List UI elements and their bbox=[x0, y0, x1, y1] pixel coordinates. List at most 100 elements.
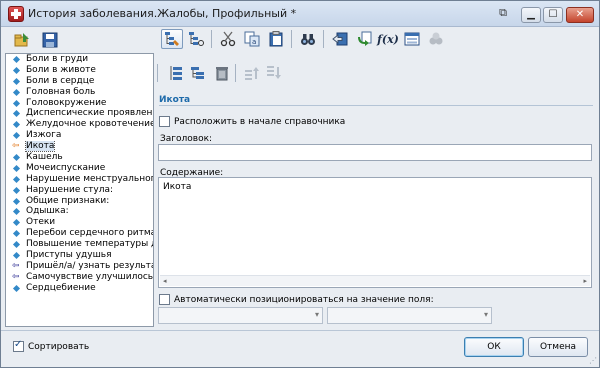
tree-item-label: Головокружение bbox=[26, 97, 107, 108]
cancel-button[interactable]: Отмена bbox=[528, 337, 588, 357]
title-bar: История заболевания.Жалобы, Профильный *… bbox=[1, 1, 599, 27]
tree-item[interactable]: ⇦ Пришёл/а/ узнать результат... bbox=[6, 261, 153, 272]
refresh-icon[interactable] bbox=[353, 29, 375, 49]
tree-item[interactable]: Нарушение менструального ... bbox=[6, 174, 153, 185]
content-textarea[interactable]: Икота ◂ ▸ bbox=[158, 177, 592, 288]
tree-item-label: Сердцебиение bbox=[26, 282, 96, 293]
auto-position-combo-2[interactable]: ▾ bbox=[327, 307, 492, 324]
tree-edit-icon[interactable] bbox=[161, 29, 183, 49]
tree-item[interactable]: Боли в сердце bbox=[6, 76, 153, 87]
dialog-window: История заболевания.Жалобы, Профильный *… bbox=[0, 0, 600, 368]
diamond-bullet-icon bbox=[12, 208, 21, 216]
tree-item-label: Боли в сердце bbox=[26, 75, 95, 86]
tree-item[interactable]: Перебои сердечного ритма: bbox=[6, 228, 153, 239]
tree-item[interactable]: Диспепсические проявления: bbox=[6, 108, 153, 119]
toolbar-separator bbox=[157, 64, 158, 82]
diamond-bullet-icon bbox=[12, 219, 21, 227]
diamond-bullet-icon bbox=[12, 132, 21, 140]
scroll-left-icon[interactable]: ◂ bbox=[163, 276, 167, 287]
heading-input[interactable] bbox=[158, 144, 592, 161]
complaints-tree[interactable]: Боли в груди Боли в животе Боли в сердце Го… bbox=[5, 53, 154, 327]
items-toolbar bbox=[157, 63, 289, 83]
ok-button[interactable]: ОК bbox=[464, 337, 524, 357]
diamond-bullet-icon bbox=[12, 66, 21, 74]
tree-item-label: Приступы удушья bbox=[26, 250, 112, 261]
scroll-right-icon[interactable]: ▸ bbox=[583, 276, 587, 287]
tree-item-label: Головная боль bbox=[26, 86, 96, 97]
toolbar-separator bbox=[291, 30, 292, 48]
tree-item[interactable]: Головокружение bbox=[6, 98, 153, 109]
content-value: Икота bbox=[163, 182, 192, 192]
tree-item[interactable]: Отеки bbox=[6, 217, 153, 228]
tree-item-label: Самочувствие улучшилось bbox=[26, 271, 153, 282]
diamond-bullet-icon bbox=[12, 186, 21, 194]
diamond-bullet-icon bbox=[12, 110, 21, 118]
tree-item-label: Кашель bbox=[26, 152, 63, 163]
tree-item[interactable]: Головная боль bbox=[6, 87, 153, 98]
diamond-bullet-icon bbox=[12, 153, 21, 162]
close-button[interactable]: ✕ bbox=[566, 7, 594, 23]
selected-arrow-icon: ⇦ bbox=[12, 141, 20, 152]
tree-item[interactable]: Общие признаки: bbox=[6, 196, 153, 207]
main-toolbar: a f(x) bbox=[159, 29, 599, 51]
group-icon[interactable] bbox=[425, 29, 447, 49]
sort-checkbox[interactable] bbox=[13, 339, 24, 352]
footer-divider bbox=[1, 330, 599, 331]
tree-item[interactable]: Мочеиспускание bbox=[6, 163, 153, 174]
tree-item[interactable]: Одышка: bbox=[6, 206, 153, 217]
move-down-icon[interactable] bbox=[263, 63, 285, 83]
tree-item[interactable]: Сердцебиение bbox=[6, 283, 153, 294]
paste-icon[interactable] bbox=[265, 29, 287, 49]
binoculars-icon[interactable] bbox=[297, 29, 319, 49]
resize-grip-icon[interactable]: ⋰ bbox=[589, 356, 597, 365]
tree-item-label: Нарушение стула: bbox=[26, 184, 114, 195]
maximize-button[interactable]: ☐ bbox=[543, 7, 563, 23]
chevron-down-icon[interactable]: ▾ bbox=[484, 310, 488, 319]
trash-icon[interactable] bbox=[211, 63, 233, 83]
place-at-start-checkbox[interactable] bbox=[159, 116, 170, 127]
toolbar-separator bbox=[235, 64, 236, 82]
diamond-bullet-icon bbox=[12, 99, 21, 107]
tree-item[interactable]: Изжога bbox=[6, 130, 153, 141]
tree-item-label: Пришёл/а/ узнать результат... bbox=[26, 260, 153, 271]
auto-position-label: Автоматически позиционироваться на значе… bbox=[174, 295, 434, 305]
diamond-bullet-icon bbox=[12, 77, 21, 85]
content-scrollbar[interactable]: ◂ ▸ bbox=[160, 275, 590, 286]
auto-position-checkbox[interactable] bbox=[159, 294, 170, 305]
diamond-bullet-icon bbox=[12, 121, 21, 129]
add-subitem-icon[interactable] bbox=[187, 63, 209, 83]
heading-label: Заголовок: bbox=[160, 134, 213, 144]
auto-position-combo-1[interactable]: ▾ bbox=[158, 307, 323, 324]
tree-item[interactable]: Боли в груди bbox=[6, 54, 153, 65]
left-toolbar bbox=[5, 29, 153, 51]
tree-item-label: Боли в груди bbox=[26, 54, 89, 64]
diamond-bullet-icon bbox=[12, 197, 21, 205]
restore-icon[interactable]: ⧉ bbox=[495, 6, 511, 20]
window-title: История заболевания.Жалобы, Профильный * bbox=[28, 7, 297, 20]
tree-item-label: Одышка: bbox=[26, 206, 69, 217]
save-icon[interactable] bbox=[39, 30, 61, 50]
tree-view-icon[interactable] bbox=[185, 29, 207, 49]
toolbar-separator bbox=[211, 30, 212, 48]
folder-tree-icon[interactable] bbox=[11, 30, 33, 50]
diamond-bullet-icon bbox=[12, 175, 21, 183]
tree-item-label: Нарушение менструального ... bbox=[26, 173, 153, 184]
function-icon[interactable]: f(x) bbox=[377, 29, 399, 49]
copy-text-icon[interactable]: a bbox=[241, 29, 263, 49]
tree-item[interactable]: ⇦ Самочувствие улучшилось bbox=[6, 272, 153, 283]
tree-item[interactable]: Повышение температуры до bbox=[6, 239, 153, 250]
tree-item[interactable]: Приступы удушья bbox=[6, 250, 153, 261]
tree-item[interactable]: Кашель bbox=[6, 152, 153, 163]
scissors-icon[interactable] bbox=[217, 29, 239, 49]
tree-item[interactable]: Желудочное кровотечение: bbox=[6, 119, 153, 130]
diamond-bullet-icon bbox=[12, 284, 21, 292]
add-item-icon[interactable] bbox=[165, 63, 187, 83]
move-up-icon[interactable] bbox=[241, 63, 263, 83]
tree-item[interactable]: Нарушение стула: bbox=[6, 185, 153, 196]
tree-item[interactable]: ⇦ Икота bbox=[6, 141, 153, 153]
minimize-button[interactable]: ▁ bbox=[521, 7, 541, 23]
chevron-down-icon[interactable]: ▾ bbox=[315, 310, 319, 319]
tree-item[interactable]: Боли в животе bbox=[6, 65, 153, 76]
import-icon[interactable] bbox=[329, 29, 351, 49]
form-icon[interactable] bbox=[401, 29, 423, 49]
